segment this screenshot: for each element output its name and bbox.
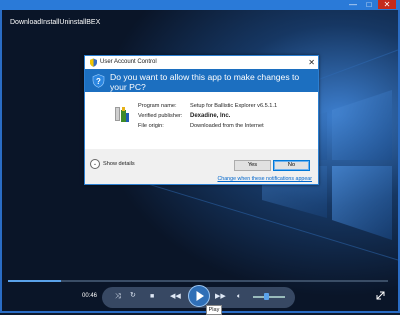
chevron-down-icon: ⌄ <box>90 159 100 169</box>
program-name-value: Setup for Ballistic Explorer v6.5.1.1 <box>190 103 278 109</box>
program-name-label: Program name: <box>138 103 177 109</box>
notification-settings-link[interactable]: Change when these notifications appear <box>217 176 312 182</box>
no-button[interactable]: No <box>273 160 310 171</box>
publisher-label: Verified publisher: <box>138 113 183 119</box>
play-tooltip: Play <box>206 305 222 315</box>
previous-icon[interactable]: ◀◀ <box>170 293 181 301</box>
uac-details: Program name: Setup for Ballistic Explore… <box>85 92 318 149</box>
installer-program-icon <box>115 107 129 122</box>
volume-icon[interactable]: 🔈︎ <box>237 293 241 301</box>
uac-footer: ⌄ Show details Yes No Change when these … <box>85 149 318 184</box>
uac-banner: ? Do you want to allow this app to make … <box>85 69 318 92</box>
seek-bar[interactable] <box>8 280 388 282</box>
uac-question: Do you want to allow this app to make ch… <box>110 72 300 92</box>
shuffle-icon[interactable]: ⤨ <box>115 293 121 301</box>
publisher-value: Dexadine, Inc. <box>190 113 231 119</box>
origin-value: Downloaded from the Internet <box>190 123 264 129</box>
show-details-label: Show details <box>103 161 135 167</box>
media-player-window: — □ ✕ DownloadInstallUninstallBEX User A… <box>0 0 400 315</box>
question-shield-icon: ? <box>92 74 105 88</box>
show-details-toggle[interactable]: ⌄ Show details <box>90 159 135 169</box>
play-button[interactable] <box>188 285 210 307</box>
publisher-row: Verified publisher: Dexadine, Inc. <box>138 113 230 119</box>
maximize-button[interactable]: □ <box>362 0 376 9</box>
minimize-button[interactable]: — <box>346 0 360 9</box>
uac-dialog: User Account Control ✕ ? Do you want to … <box>84 55 319 185</box>
yes-button[interactable]: Yes <box>234 160 271 171</box>
stop-icon[interactable]: ■ <box>150 293 154 301</box>
repeat-icon[interactable]: ↻ <box>130 292 136 300</box>
uac-title-bar: User Account Control ✕ <box>85 56 318 69</box>
window-controls: — □ ✕ <box>346 0 396 10</box>
origin-row: File origin: Downloaded from the Internet <box>138 123 264 129</box>
uac-title: User Account Control <box>100 59 157 65</box>
program-name-row: Program name: Setup for Ballistic Explore… <box>138 103 277 109</box>
elapsed-time: 00:46 <box>82 293 98 299</box>
play-icon <box>196 291 204 301</box>
close-button[interactable]: ✕ <box>378 0 396 9</box>
shield-icon <box>90 58 97 67</box>
fullscreen-icon[interactable] <box>376 291 385 300</box>
window-title-bar: — □ ✕ <box>0 0 400 10</box>
next-icon[interactable]: ▶▶ <box>215 293 226 301</box>
volume-handle[interactable] <box>263 293 269 300</box>
video-title: DownloadInstallUninstallBEX <box>10 19 101 26</box>
seek-progress <box>8 280 62 282</box>
volume-slider[interactable] <box>253 296 285 298</box>
uac-close-icon[interactable]: ✕ <box>308 58 315 67</box>
origin-label: File origin: <box>138 123 164 129</box>
svg-text:?: ? <box>96 77 101 86</box>
